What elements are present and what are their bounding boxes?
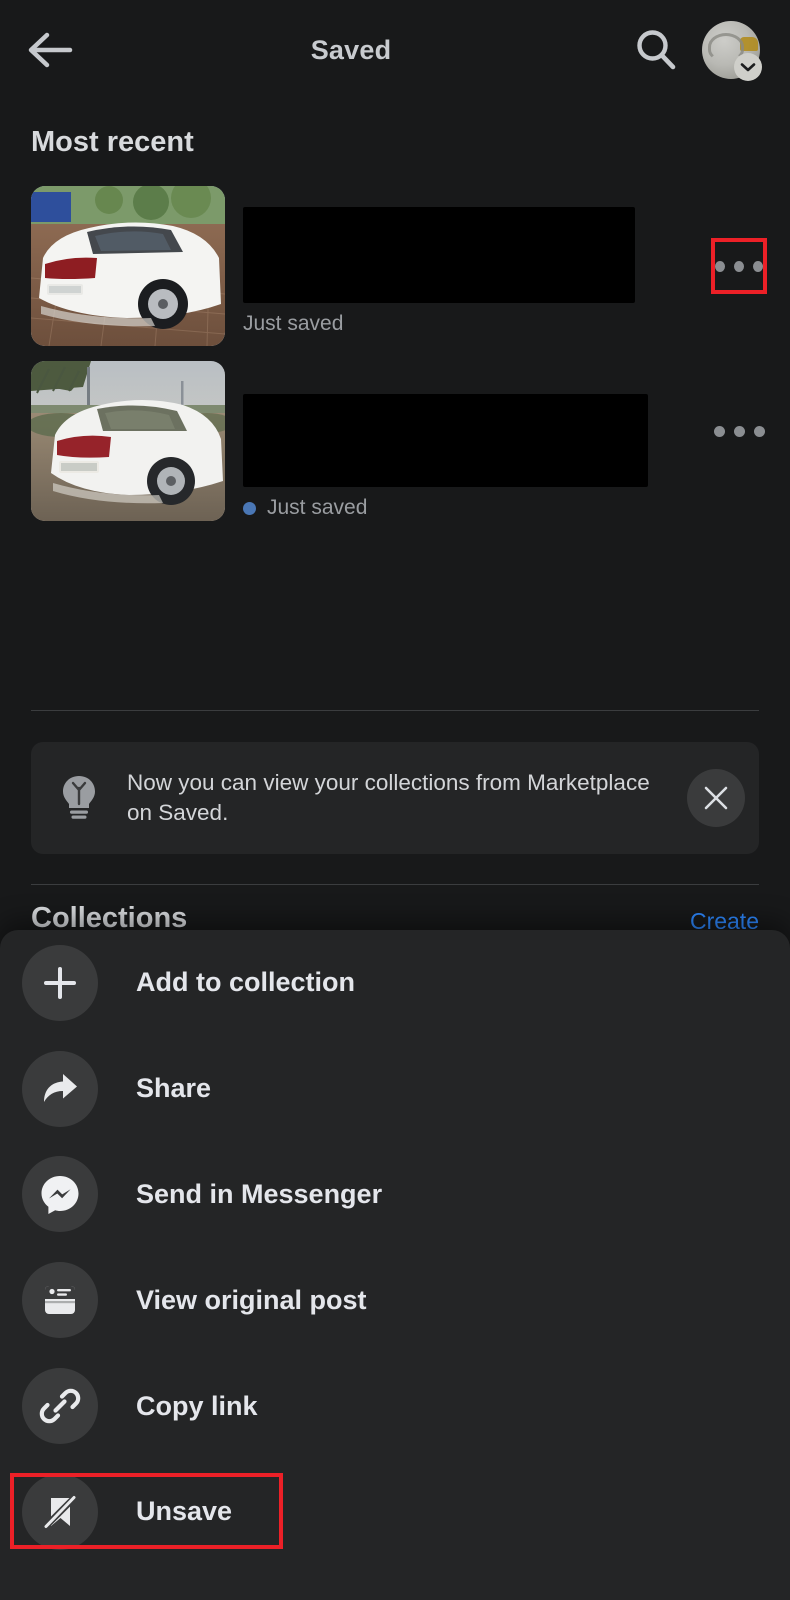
divider-top xyxy=(31,710,759,711)
sheet-item-label: Copy link xyxy=(136,1390,258,1421)
banner-close-button[interactable] xyxy=(687,769,745,827)
divider-bottom xyxy=(31,884,759,885)
item-body: Just saved xyxy=(225,361,790,520)
page-title: Saved xyxy=(310,34,392,65)
dot xyxy=(713,425,725,437)
sheet-item-unsave[interactable]: Unsave xyxy=(0,1459,790,1565)
item-menu-button[interactable] xyxy=(711,238,767,294)
item-thumbnail[interactable] xyxy=(31,361,225,521)
share-arrow-glyph xyxy=(44,1073,77,1102)
item-body: Just saved xyxy=(225,186,790,336)
app-header: Saved xyxy=(0,0,790,100)
dot xyxy=(734,260,744,272)
marketplace-collections-banner: Now you can view your collections from M… xyxy=(31,742,759,854)
list-item[interactable]: Just saved xyxy=(0,361,790,536)
redacted-title xyxy=(243,394,648,487)
sheet-item-copy-link[interactable]: Copy link xyxy=(0,1353,790,1459)
link-chain-icon xyxy=(22,1368,98,1445)
plus-glyph xyxy=(44,966,76,999)
back-arrow-icon xyxy=(28,32,73,68)
section-title: Most recent xyxy=(31,126,194,158)
saved-screen: Saved Most recent Just saved Just saved … xyxy=(0,0,790,1600)
item-status: Just saved xyxy=(243,312,344,335)
item-status: Just saved xyxy=(267,496,368,519)
bookmark-slash-icon xyxy=(22,1473,98,1550)
dot xyxy=(753,425,765,437)
sheet-item-label: Unsave xyxy=(136,1496,233,1527)
chevron-down-icon xyxy=(740,62,756,71)
item-meta: Just saved xyxy=(243,496,790,520)
sheet-item-label: Send in Messenger xyxy=(136,1178,383,1209)
banner-message: Now you can view your collections from M… xyxy=(127,770,650,825)
dot xyxy=(733,425,745,437)
sheet-item-label: View original post xyxy=(136,1284,367,1315)
item-menu-button[interactable] xyxy=(711,403,767,459)
dot xyxy=(753,260,763,272)
white-sedan-photo-1 xyxy=(31,186,225,346)
sheet-item-send-in-messenger[interactable]: Send in Messenger xyxy=(0,1142,790,1248)
item-meta: Just saved xyxy=(243,312,790,336)
link-chain-glyph xyxy=(39,1388,81,1424)
search-button[interactable] xyxy=(630,24,682,76)
plus-icon xyxy=(22,944,98,1021)
header-actions xyxy=(630,21,762,81)
messenger-icon xyxy=(22,1156,98,1233)
profile-avatar-button[interactable] xyxy=(702,21,762,81)
avatar-chevron-badge xyxy=(734,53,762,81)
bookmark-slash-glyph xyxy=(41,1493,79,1531)
dot xyxy=(715,260,725,272)
status-dot xyxy=(243,501,256,515)
post-card-glyph xyxy=(45,1286,75,1315)
saved-items-list: Just saved Just saved xyxy=(0,186,790,536)
list-item[interactable]: Just saved xyxy=(0,186,790,361)
post-card-icon xyxy=(22,1262,98,1339)
lightbulb-glyph xyxy=(63,776,95,819)
sheet-item-label: Share xyxy=(136,1073,212,1104)
sheet-item-view-original-post[interactable]: View original post xyxy=(0,1247,790,1353)
item-thumbnail[interactable] xyxy=(31,186,225,346)
lightbulb-icon xyxy=(31,774,127,822)
white-sedan-photo-2 xyxy=(31,361,225,521)
messenger-glyph xyxy=(41,1176,79,1215)
redacted-title xyxy=(243,207,635,303)
share-arrow-icon xyxy=(22,1050,98,1127)
search-icon xyxy=(637,30,676,70)
close-icon xyxy=(704,786,728,810)
sheet-item-share[interactable]: Share xyxy=(0,1036,790,1142)
sheet-item-label: Add to collection xyxy=(136,967,355,998)
action-bottom-sheet: Add to collection Share Send in Messenge… xyxy=(0,930,790,1600)
sheet-item-add-to-collection[interactable]: Add to collection xyxy=(0,930,790,1036)
